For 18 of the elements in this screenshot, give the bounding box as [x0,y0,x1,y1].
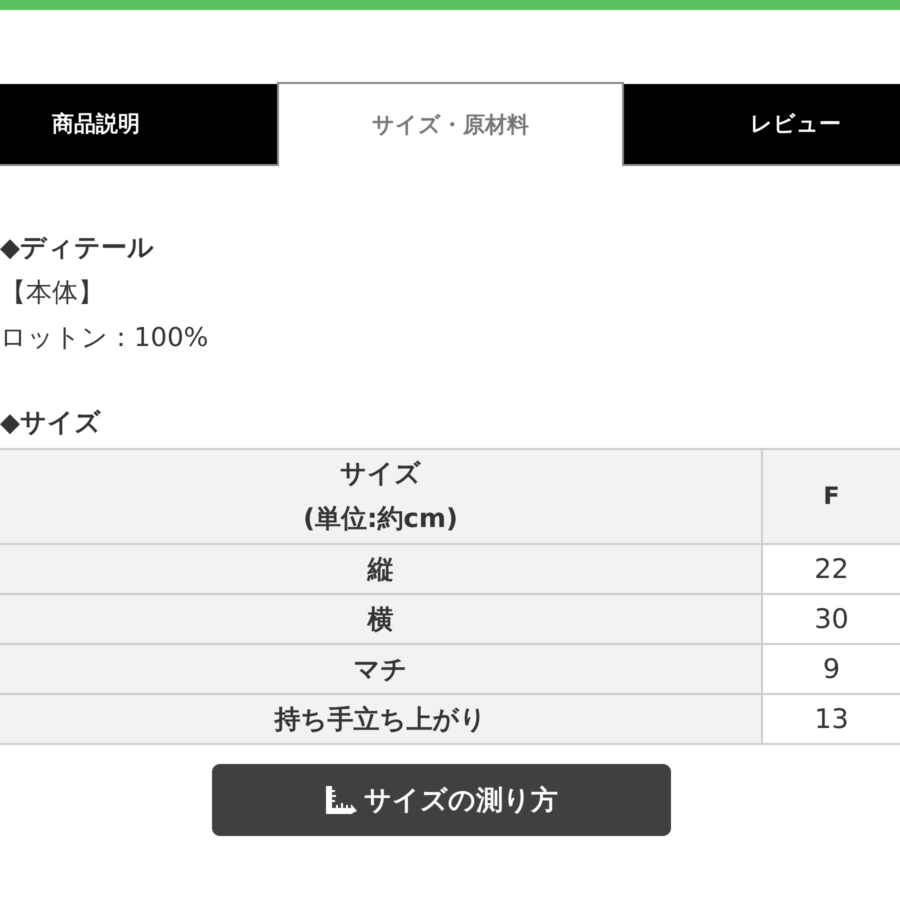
section-heading: ◆ディテール [0,232,155,265]
size-guide-button[interactable]: サイズの測り方 [212,764,670,836]
section-heading: ◆サイズ [0,407,102,440]
column-header: F [762,449,900,544]
column-header: サイズ (単位:約cm) [0,449,762,544]
table-cell: 持ち手立ち上がり [0,694,762,744]
table-cell: マチ [0,644,762,694]
detail-text: ロットン：100% [0,322,210,355]
tab[interactable]: 商品説明 [0,84,277,166]
table-cell: 30 [762,594,900,644]
table-cell: 22 [762,544,900,594]
detail-text: 【本体】 [0,277,105,310]
table-cell: 13 [762,694,900,744]
table-cell: 9 [762,644,900,694]
table-cell: 横 [0,594,762,644]
tab[interactable]: レビュー [624,84,900,166]
table-cell: 縦 [0,544,762,594]
tab[interactable]: サイズ・原材料 [277,82,624,166]
